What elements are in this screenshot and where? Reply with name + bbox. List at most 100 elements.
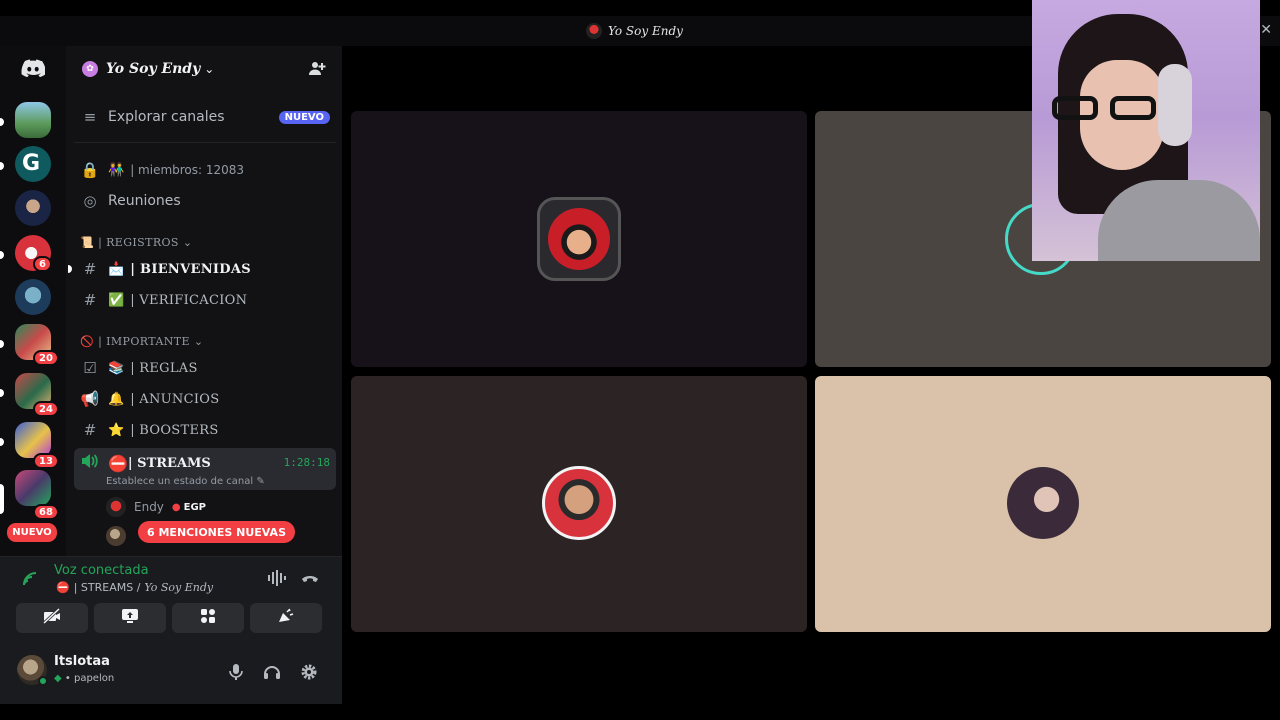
unread-pill [0,389,4,397]
unread-pill [0,118,4,126]
unread-pill [0,438,4,446]
lock-icon: 🔒 [80,161,100,179]
voice-timer: 1:28:18 [283,456,330,469]
camera-off-button[interactable] [16,603,88,633]
mention-badge: 24 [33,401,59,417]
category-registros[interactable]: 📜 | REGISTROS ⌄ [80,234,193,250]
hash-icon: # [83,291,97,309]
noise-suppression-icon[interactable] [266,569,286,591]
category-importante[interactable]: 🚫 | IMPORTANTE ⌄ [80,333,204,349]
mention-badge: 13 [33,453,59,469]
books-emoji-icon: 📚 [108,360,125,376]
speaker-icon [80,453,100,473]
mention-badge: 20 [33,350,59,366]
list-icon: ≡ [83,108,97,126]
disconnect-icon[interactable] [300,569,320,591]
no-entry-emoji-icon: ⛔ [108,453,128,473]
selected-pill [0,484,4,514]
user-status: ◆ • papelon [54,673,115,684]
voice-channel-path[interactable]: ⛔ | STREAMS / Yo Soy Endy [56,581,213,594]
new-mentions-button[interactable]: 6 MENCIONES NUEVAS [138,521,295,543]
channel-anuncios[interactable]: 📢 🔔 | ANUNCIOS [74,384,336,414]
signal-icon[interactable] [22,571,40,591]
no-entry-emoji-icon: 🚫 [80,334,95,348]
server-icon[interactable]: G [15,146,51,182]
rules-icon: ☑ [83,359,97,377]
hash-icon: # [83,421,97,439]
gear-icon[interactable] [297,660,321,684]
people-emoji-icon: 👫 [108,162,125,178]
chevron-down-icon: ⌄ [182,235,193,249]
voice-status: Voz conectada [54,563,149,578]
avatar [106,526,126,546]
unread-pill [0,340,4,348]
soundboard-button[interactable] [250,603,322,633]
server-avatar-icon [586,23,602,39]
close-icon[interactable]: ✕ [1260,22,1272,38]
channel-status[interactable]: Establece un estado de canal ✎ [106,476,265,487]
activities-button[interactable] [172,603,244,633]
check-emoji-icon: ✅ [108,292,125,308]
megaphone-icon: 📢 [80,390,100,408]
avatar [537,197,621,281]
bell-emoji-icon: 🔔 [108,391,125,407]
hash-icon: # [83,260,97,278]
new-badge[interactable]: NUEVO [7,523,57,542]
soundboard-icon [277,608,295,628]
shirt-shape [1098,180,1260,261]
chevron-down-icon: ⌄ [204,62,215,76]
server-icon[interactable] [15,190,51,226]
channel-list: ✿ Yo Soy Endy ⌄ ≡ Explorar canales NUEVO… [66,46,342,556]
camera-off-icon [42,607,62,628]
new-badge: NUEVO [278,111,330,124]
participant-tile[interactable] [351,376,807,632]
divider [74,142,336,143]
star-emoji-icon: ⭐ [108,422,125,438]
server-icon[interactable] [15,279,51,315]
stage-icon: ◎ [83,192,97,210]
avatar [106,497,126,517]
voice-panel: Voz conectada ⛔ | STREAMS / Yo Soy Endy [0,556,342,642]
screen-share-button[interactable] [94,603,166,633]
activities-icon [200,608,216,628]
unread-pill [0,162,4,170]
participant-tile[interactable] [351,111,807,367]
voice-channel-streams[interactable]: ⛔ | STREAMS 1:28:18 Establece un estado … [74,448,336,490]
glasses-icon [1052,96,1172,120]
avatar [1007,467,1079,539]
no-entry-emoji-icon: ⛔ [56,581,70,594]
discord-home-button[interactable] [16,54,50,82]
chevron-down-icon: ⌄ [193,334,204,348]
channel-bienvenidas[interactable]: # 📩 | BIENVENIDAS [68,254,336,284]
participant-tile[interactable] [815,376,1271,632]
channel-verificacion[interactable]: # ✅ | VERIFICACION [74,285,336,315]
explore-channels[interactable]: ≡ Explorar canales NUEVO [74,102,336,132]
headphones-icon[interactable] [260,660,284,684]
channel-members[interactable]: 🔒 👫 | miembros: 12083 [74,155,336,185]
unread-dot [68,265,72,273]
unread-pill [0,251,4,259]
guild-tag: ● EGP [171,501,207,513]
avatar [542,466,616,540]
mail-emoji-icon: 📩 [108,261,125,277]
channel-reglas[interactable]: ☑ 📚 | REGLAS [74,353,336,383]
microphone-icon[interactable] [224,660,248,684]
user-panel: Itslotaa ◆ • papelon [0,642,342,704]
server-header[interactable]: ✿ Yo Soy Endy ⌄ [66,46,342,92]
server-icon[interactable] [15,102,51,138]
server-icon[interactable] [15,470,51,506]
window-title: Yo Soy Endy [586,23,683,39]
discord-logo-icon [21,59,45,77]
scroll-emoji-icon: 📜 [80,235,95,249]
screen-share-icon [121,608,139,628]
channel-boosters[interactable]: # ⭐ | BOOSTERS [74,415,336,445]
headphones-shape [1158,64,1192,146]
mention-badge: 68 [33,504,59,520]
voice-user[interactable]: Endy ● EGP [106,496,206,518]
online-status-icon [38,676,48,686]
server-badge-icon: ✿ [82,61,98,77]
invite-icon[interactable] [308,60,326,82]
username[interactable]: Itslotaa [54,654,110,669]
channel-meetings[interactable]: ◎ Reuniones [74,186,336,216]
voice-user[interactable] [106,525,134,547]
